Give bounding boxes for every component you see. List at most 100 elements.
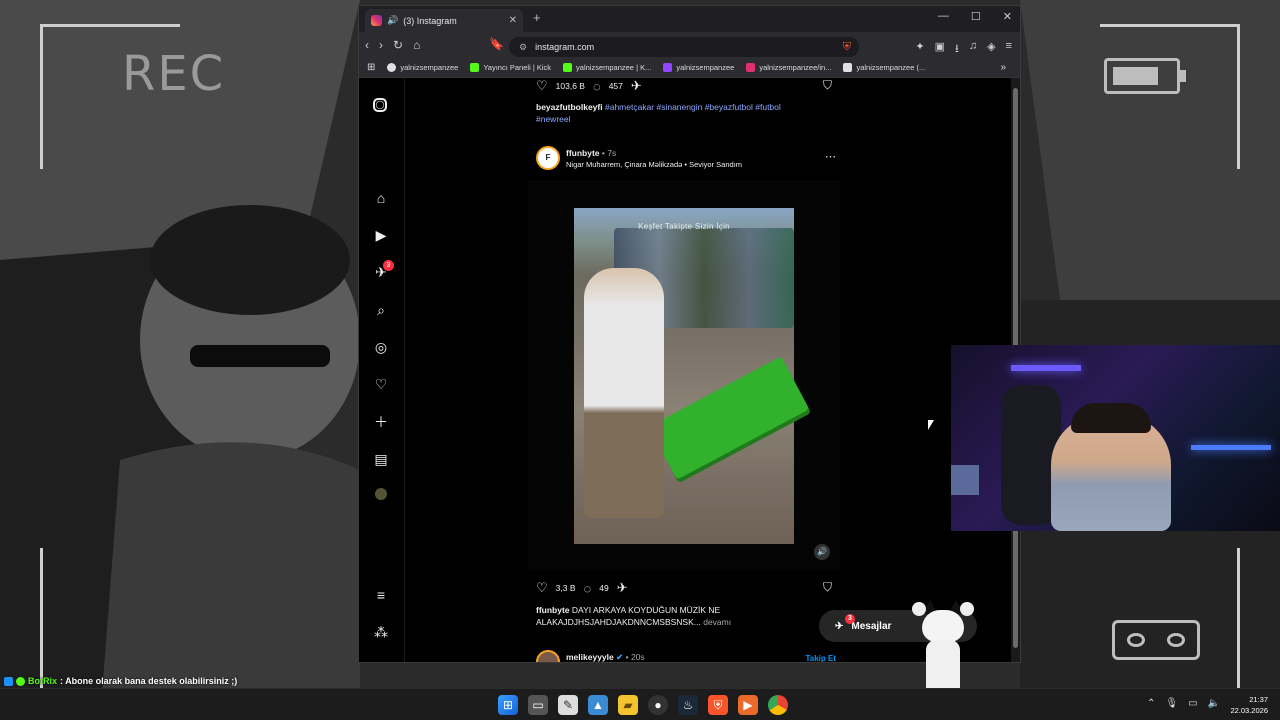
tab-instagram[interactable]: 🔊 (3) Instagram ✕ xyxy=(365,9,523,32)
forward-icon[interactable]: › xyxy=(379,38,383,52)
follow-button[interactable]: Takip Et xyxy=(805,654,836,662)
shield-icon[interactable]: ⛨ xyxy=(843,41,851,54)
instagram-logo-icon[interactable]: ◯ xyxy=(373,98,387,112)
menu-icon[interactable]: ≡ xyxy=(1006,40,1012,59)
sidebar-icon[interactable]: ▣ xyxy=(935,40,945,59)
taskbar: ⊞ ▭ ✎ ▲ ▰ ● ♨ ⛨ ▶ ⌃ 🎙 ▭ 🔈 21:37 22.03.20… xyxy=(0,688,1280,720)
bookmark-icon[interactable]: 🔖 xyxy=(489,37,504,51)
chat-text: : Abone olarak bana destek olabilirsiniz… xyxy=(60,676,238,686)
messages-icon: ✈ xyxy=(835,620,844,632)
file-explorer-icon[interactable]: ▰ xyxy=(618,695,638,715)
post1-hashtags[interactable]: #ahmetçakar #sinanengin #beyazfutbol #fu… xyxy=(605,102,781,112)
post3-author[interactable]: melikeyyyle xyxy=(566,652,614,662)
frame-corner-top-right xyxy=(1100,24,1240,169)
post1-comments: 457 xyxy=(608,81,623,91)
photos-icon[interactable]: ▲ xyxy=(588,695,608,715)
post3-time: • 20s xyxy=(625,652,645,662)
brave-icon[interactable]: ⛨ xyxy=(708,695,728,715)
maximize-icon[interactable]: ☐ xyxy=(971,10,981,23)
save-icon[interactable]: ⛉ xyxy=(823,580,832,595)
display-icon[interactable]: ▭ xyxy=(1188,698,1197,709)
bookmark-item[interactable]: Yayıncı Paneli | Kick xyxy=(470,62,551,72)
mic-icon[interactable]: 🎙 xyxy=(1165,698,1178,709)
new-tab-button[interactable]: + xyxy=(533,10,541,25)
video-coffin xyxy=(648,356,810,480)
video-frame: Keşfet Takipte Sizin İçin xyxy=(574,208,810,544)
video-man xyxy=(584,268,664,518)
close-window-icon[interactable]: ✕ xyxy=(1003,10,1012,23)
chrome-icon[interactable] xyxy=(768,695,788,715)
post2-caption: ffunbyte DAYI ARKAYA KOYDUĞUN MÜZİK NE A… xyxy=(536,604,836,628)
post2-caption-author[interactable]: ffunbyte xyxy=(536,605,570,615)
clock-date: 22.03.2026 xyxy=(1230,706,1268,715)
tab-close-icon[interactable]: ✕ xyxy=(509,15,517,26)
post2-more-link[interactable]: devamı xyxy=(703,617,731,627)
home-nav-icon[interactable]: ⌂ xyxy=(373,190,389,206)
minimize-icon[interactable]: — xyxy=(938,10,949,23)
steam-icon[interactable]: ♨ xyxy=(678,695,698,715)
search-nav-icon[interactable]: ⌕ xyxy=(373,302,389,318)
media-icon[interactable]: ♫ xyxy=(969,40,977,59)
clock[interactable]: 21:37 22.03.2026 xyxy=(1230,694,1268,716)
post2-avatar[interactable]: F xyxy=(536,146,560,170)
url-field[interactable]: ⚙ instagram.com ⛨ xyxy=(509,37,859,57)
vpn-icon[interactable]: ◈ xyxy=(987,40,995,59)
save-icon[interactable]: ⛉ xyxy=(823,78,832,93)
bookmark-item[interactable]: yalnizsempanzee (... xyxy=(843,62,925,72)
dashboard-nav-icon[interactable]: ▤ xyxy=(373,451,389,467)
profile-avatar[interactable] xyxy=(375,488,387,500)
frame-corner-bottom-left xyxy=(40,548,60,688)
instagram-page: ◯ ⌂ ▶ ✈ 3 ⌕ ◎ ♡ ＋ ▤ ≡ ⁂ ♡ 103,6 B ◌ 457 … xyxy=(359,78,1020,662)
obs-icon[interactable]: ● xyxy=(648,695,668,715)
instagram-favicon-icon xyxy=(371,15,382,26)
post2-more-icon[interactable]: ⋯ xyxy=(825,150,836,163)
bookmark-item[interactable]: yalnizsempanzee/in... xyxy=(746,62,831,72)
taskbar-apps: ⊞ ▭ ✎ ▲ ▰ ● ♨ ⛨ ▶ xyxy=(498,695,788,715)
feed-column: ♡ 103,6 B ◌ 457 ✈ ⛉ beyazfutbolkeyfi #ah… xyxy=(528,78,840,662)
comment-icon[interactable]: ◌ xyxy=(584,581,592,596)
site-info-icon[interactable]: ⚙ xyxy=(519,42,527,53)
post1-hashtags-2[interactable]: #newreel xyxy=(536,114,571,124)
post1-author[interactable]: beyazfutbolkeyfi xyxy=(536,102,603,112)
task-view-icon[interactable]: ▭ xyxy=(528,695,548,715)
explore-nav-icon[interactable]: ◎ xyxy=(373,339,389,355)
back-icon[interactable]: ‹ xyxy=(365,38,369,52)
share-icon[interactable]: ✈ xyxy=(631,78,642,94)
share-icon[interactable]: ✈ xyxy=(617,580,628,596)
like-icon[interactable]: ♡ xyxy=(536,580,548,596)
download-icon[interactable]: ⭳ xyxy=(955,40,959,59)
mute-icon[interactable]: 🔊 xyxy=(814,544,830,560)
reload-icon[interactable]: ↻ xyxy=(393,38,403,52)
speaker-icon: 🔊 xyxy=(387,15,399,25)
chat-message: BotRix : Abone olarak bana destek olabil… xyxy=(4,676,237,686)
bookmark-item[interactable]: yalnizsempanzee xyxy=(663,62,734,72)
create-nav-icon[interactable]: ＋ xyxy=(373,414,389,430)
threads-icon[interactable]: ⁂ xyxy=(373,624,389,640)
frame-corner-top-left xyxy=(40,24,180,169)
volume-icon[interactable]: 🔈 xyxy=(1208,698,1220,709)
post2-audio[interactable]: Nigar Muharrem, Çinara Məlikzadə • Seviy… xyxy=(566,160,742,169)
comment-icon[interactable]: ◌ xyxy=(593,79,601,94)
notifications-nav-icon[interactable]: ♡ xyxy=(373,376,389,392)
extensions-icon[interactable]: ✦ xyxy=(915,40,924,59)
bookmark-item[interactable]: yalnizsempanzee | K... xyxy=(563,62,651,72)
start-icon[interactable]: ⊞ xyxy=(498,695,518,715)
like-icon[interactable]: ♡ xyxy=(536,78,548,94)
apps-grid-icon[interactable]: ⊞ xyxy=(367,62,375,73)
more-menu-icon[interactable]: ≡ xyxy=(373,587,389,603)
bookmark-item[interactable]: yalnizsempanzee xyxy=(387,62,458,72)
post3-avatar[interactable] xyxy=(536,650,560,662)
tray-chevron-icon[interactable]: ⌃ xyxy=(1147,698,1155,709)
post2-author[interactable]: ffunbyte xyxy=(566,148,600,158)
chat-badge-icon xyxy=(4,676,13,686)
home-icon[interactable]: ⌂ xyxy=(413,38,420,52)
reels-nav-icon[interactable]: ▶ xyxy=(373,227,389,243)
messages-badge: 3 xyxy=(845,614,855,624)
post2-video[interactable]: Keşfet Takipte Sizin İçin 🔊 xyxy=(528,180,840,570)
media-player-icon[interactable]: ▶ xyxy=(738,695,758,715)
notepad-icon[interactable]: ✎ xyxy=(558,695,578,715)
more-bookmarks-icon[interactable]: » xyxy=(1000,62,1006,73)
post3-header: melikeyyyle ✔ • 20s Takip Et xyxy=(536,650,836,662)
post1-actions: ♡ 103,6 B ◌ 457 ✈ xyxy=(536,78,642,94)
toolbar-icons: ✦ ▣ ⭳ ♫ ◈ ≡ xyxy=(915,40,1012,59)
